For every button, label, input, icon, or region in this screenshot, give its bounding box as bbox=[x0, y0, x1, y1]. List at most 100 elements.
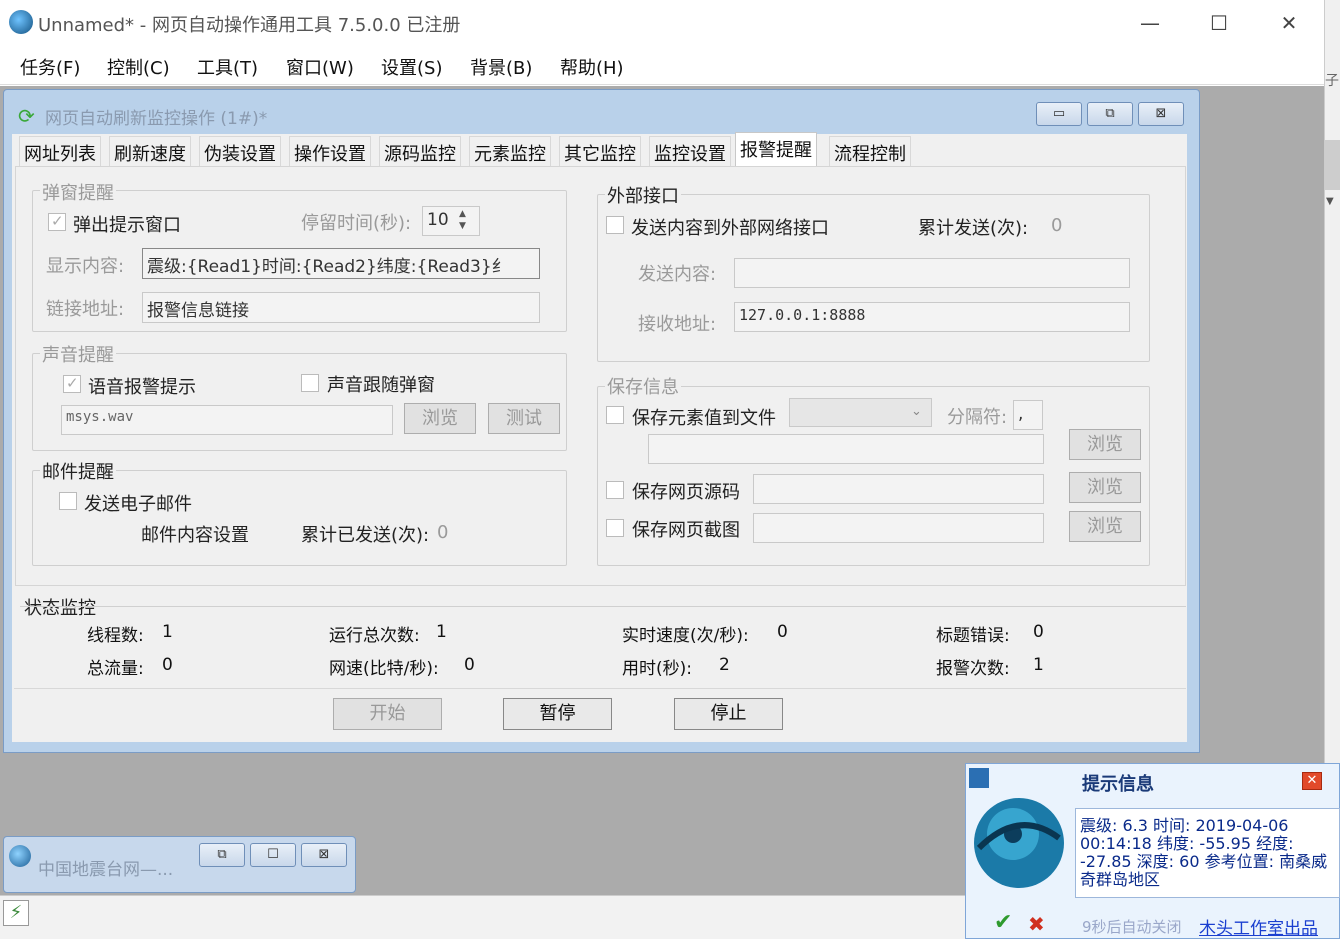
send-external-label: 发送内容到外部网络接口 bbox=[631, 218, 829, 239]
stay-time-value: 10 bbox=[427, 210, 449, 230]
run-count-label: 运行总次数: bbox=[329, 626, 420, 646]
realtime-speed-label: 实时速度(次/秒): bbox=[622, 626, 749, 646]
tab-element-monitor[interactable]: 元素监控 bbox=[469, 136, 551, 166]
stay-time-label: 停留时间(秒): bbox=[301, 213, 412, 234]
save-screenshot-label: 保存网页截图 bbox=[632, 520, 740, 541]
net-speed-label: 网速(比特/秒): bbox=[329, 659, 439, 679]
receive-address-input[interactable]: 127.0.0.1:8888 bbox=[734, 302, 1130, 332]
auto-close-text: 9秒后自动关闭 bbox=[1082, 918, 1182, 936]
send-external-checkbox[interactable] bbox=[606, 216, 624, 234]
child-minimize-button[interactable]: ▭ bbox=[1036, 102, 1082, 126]
mail-alert-group bbox=[32, 470, 567, 566]
mail-content-settings-link[interactable]: 邮件内容设置 bbox=[141, 521, 249, 547]
monitor-window-title: 网页自动刷新监控操作 (1#)* bbox=[45, 109, 268, 129]
confirm-check-icon[interactable]: ✔ bbox=[994, 910, 1012, 935]
send-email-checkbox[interactable] bbox=[59, 492, 77, 510]
run-count-value: 1 bbox=[436, 622, 447, 642]
tab-disguise[interactable]: 伪装设置 bbox=[199, 136, 281, 166]
tab-flow-control[interactable]: 流程控制 bbox=[829, 136, 911, 166]
menu-task[interactable]: 任务(F) bbox=[20, 54, 80, 80]
maximize-button[interactable]: ☐ bbox=[1196, 8, 1242, 38]
notification-title: 提示信息 bbox=[1082, 774, 1154, 795]
min-win-close-button[interactable]: ⊠ bbox=[301, 843, 347, 867]
menu-help[interactable]: 帮助(H) bbox=[560, 54, 624, 80]
app-title: Unnamed* - 网页自动操作通用工具 7.5.0.0 已注册 bbox=[38, 15, 461, 36]
thread-count-value: 1 bbox=[162, 622, 173, 642]
pause-button[interactable]: 暂停 bbox=[503, 698, 612, 730]
separator-input[interactable]: , bbox=[1013, 400, 1043, 430]
minimized-window-title: 中国地震台网—... bbox=[38, 860, 174, 880]
tab-source-monitor[interactable]: 源码监控 bbox=[379, 136, 461, 166]
save-source-checkbox[interactable] bbox=[606, 481, 624, 499]
save-element-checkbox[interactable] bbox=[606, 406, 624, 424]
save-screenshot-checkbox[interactable] bbox=[606, 519, 624, 537]
app-globe-icon bbox=[9, 10, 33, 34]
net-speed-value: 0 bbox=[464, 655, 475, 675]
element-browse-button[interactable]: 浏览 bbox=[1069, 429, 1141, 460]
child-close-button[interactable]: ⊠ bbox=[1138, 102, 1184, 126]
min-win-restore-button[interactable]: ⧉ bbox=[199, 843, 245, 867]
minimize-button[interactable]: — bbox=[1127, 8, 1173, 38]
menu-settings[interactable]: 设置(S) bbox=[381, 54, 442, 80]
tab-monitor-settings[interactable]: 监控设置 bbox=[649, 136, 731, 166]
notification-close-icon[interactable]: ✕ bbox=[1302, 772, 1322, 790]
source-browse-button[interactable]: 浏览 bbox=[1069, 472, 1141, 503]
chevron-down-icon[interactable]: ⌄ bbox=[911, 404, 922, 419]
elapsed-time-value: 2 bbox=[719, 655, 730, 675]
screenshot-browse-button[interactable]: 浏览 bbox=[1069, 511, 1141, 542]
menu-control[interactable]: 控制(C) bbox=[107, 54, 170, 80]
scroll-down-arrow-icon[interactable]: ▼ bbox=[1326, 196, 1334, 207]
tab-other-monitor[interactable]: 其它监控 bbox=[559, 136, 641, 166]
popup-window-checkbox[interactable] bbox=[48, 212, 66, 231]
elapsed-time-label: 用时(秒): bbox=[622, 659, 692, 679]
voice-alarm-checkbox[interactable] bbox=[63, 374, 81, 393]
tab-refresh-speed[interactable]: 刷新速度 bbox=[109, 136, 191, 166]
sound-follow-label: 声音跟随弹窗 bbox=[327, 375, 435, 396]
start-button[interactable]: 开始 bbox=[333, 698, 442, 730]
separator-label: 分隔符: bbox=[947, 407, 1008, 428]
mail-alert-group-label: 邮件提醒 bbox=[40, 458, 116, 484]
menu-background[interactable]: 背景(B) bbox=[470, 54, 532, 80]
popup-alert-group-label: 弹窗提醒 bbox=[40, 179, 116, 205]
sound-test-button[interactable]: 测试 bbox=[488, 403, 560, 434]
min-win-maximize-button[interactable]: ☐ bbox=[250, 843, 296, 867]
send-content-input[interactable] bbox=[734, 258, 1130, 288]
studio-credit-link[interactable]: 木头工作室出品 bbox=[1199, 914, 1318, 939]
notification-message[interactable]: 震级: 6.3 时间: 2019-04-06 00:14:18 纬度: -55.… bbox=[1075, 808, 1340, 898]
menu-tools[interactable]: 工具(T) bbox=[197, 54, 258, 80]
save-element-label: 保存元素值到文件 bbox=[632, 408, 776, 429]
thread-count-label: 线程数: bbox=[87, 626, 144, 646]
title-error-label: 标题错误: bbox=[936, 626, 1010, 646]
link-address-input[interactable]: 报警信息链接 bbox=[142, 292, 540, 323]
sound-file-input[interactable]: msys.wav bbox=[61, 405, 393, 435]
mail-sent-count-label: 累计已发送(次): bbox=[301, 525, 430, 546]
stop-button[interactable]: 停止 bbox=[674, 698, 783, 730]
sound-browse-button[interactable]: 浏览 bbox=[404, 403, 476, 434]
close-button[interactable]: ✕ bbox=[1266, 8, 1312, 38]
external-sent-count-label: 累计发送(次): bbox=[918, 218, 1029, 239]
external-interface-group-label: 外部接口 bbox=[605, 182, 681, 208]
stepper-arrows-icon[interactable]: ▲ ▼ bbox=[459, 208, 466, 232]
dismiss-x-icon[interactable]: ✖ bbox=[1028, 912, 1045, 936]
tab-operation[interactable]: 操作设置 bbox=[289, 136, 371, 166]
mail-sent-count-value: 0 bbox=[437, 522, 449, 543]
stay-time-stepper[interactable]: 10 bbox=[422, 206, 480, 236]
tab-url-list[interactable]: 网址列表 bbox=[19, 136, 101, 166]
display-content-label: 显示内容: bbox=[46, 256, 125, 277]
link-address-label: 链接地址: bbox=[46, 299, 125, 320]
menu-window[interactable]: 窗口(W) bbox=[286, 54, 354, 80]
element-file-path-input[interactable] bbox=[648, 434, 1044, 464]
sound-follow-checkbox[interactable] bbox=[301, 374, 319, 392]
button-divider bbox=[14, 688, 1186, 689]
display-content-input[interactable]: 震级:{Read1}时间:{Read2}纬度:{Read3}纟 bbox=[142, 248, 540, 279]
screenshot-path-input[interactable] bbox=[753, 513, 1044, 543]
status-divider bbox=[20, 606, 1186, 607]
child-restore-button[interactable]: ⧉ bbox=[1087, 102, 1133, 126]
source-path-input[interactable] bbox=[753, 474, 1044, 504]
right-edge-char: 子 bbox=[1325, 73, 1339, 89]
scroll-thumb[interactable] bbox=[1325, 140, 1340, 190]
external-sent-count-value: 0 bbox=[1051, 215, 1063, 236]
earth-icon bbox=[9, 845, 31, 867]
send-content-label: 发送内容: bbox=[638, 264, 717, 285]
tab-alarm[interactable]: 报警提醒 bbox=[735, 132, 817, 167]
